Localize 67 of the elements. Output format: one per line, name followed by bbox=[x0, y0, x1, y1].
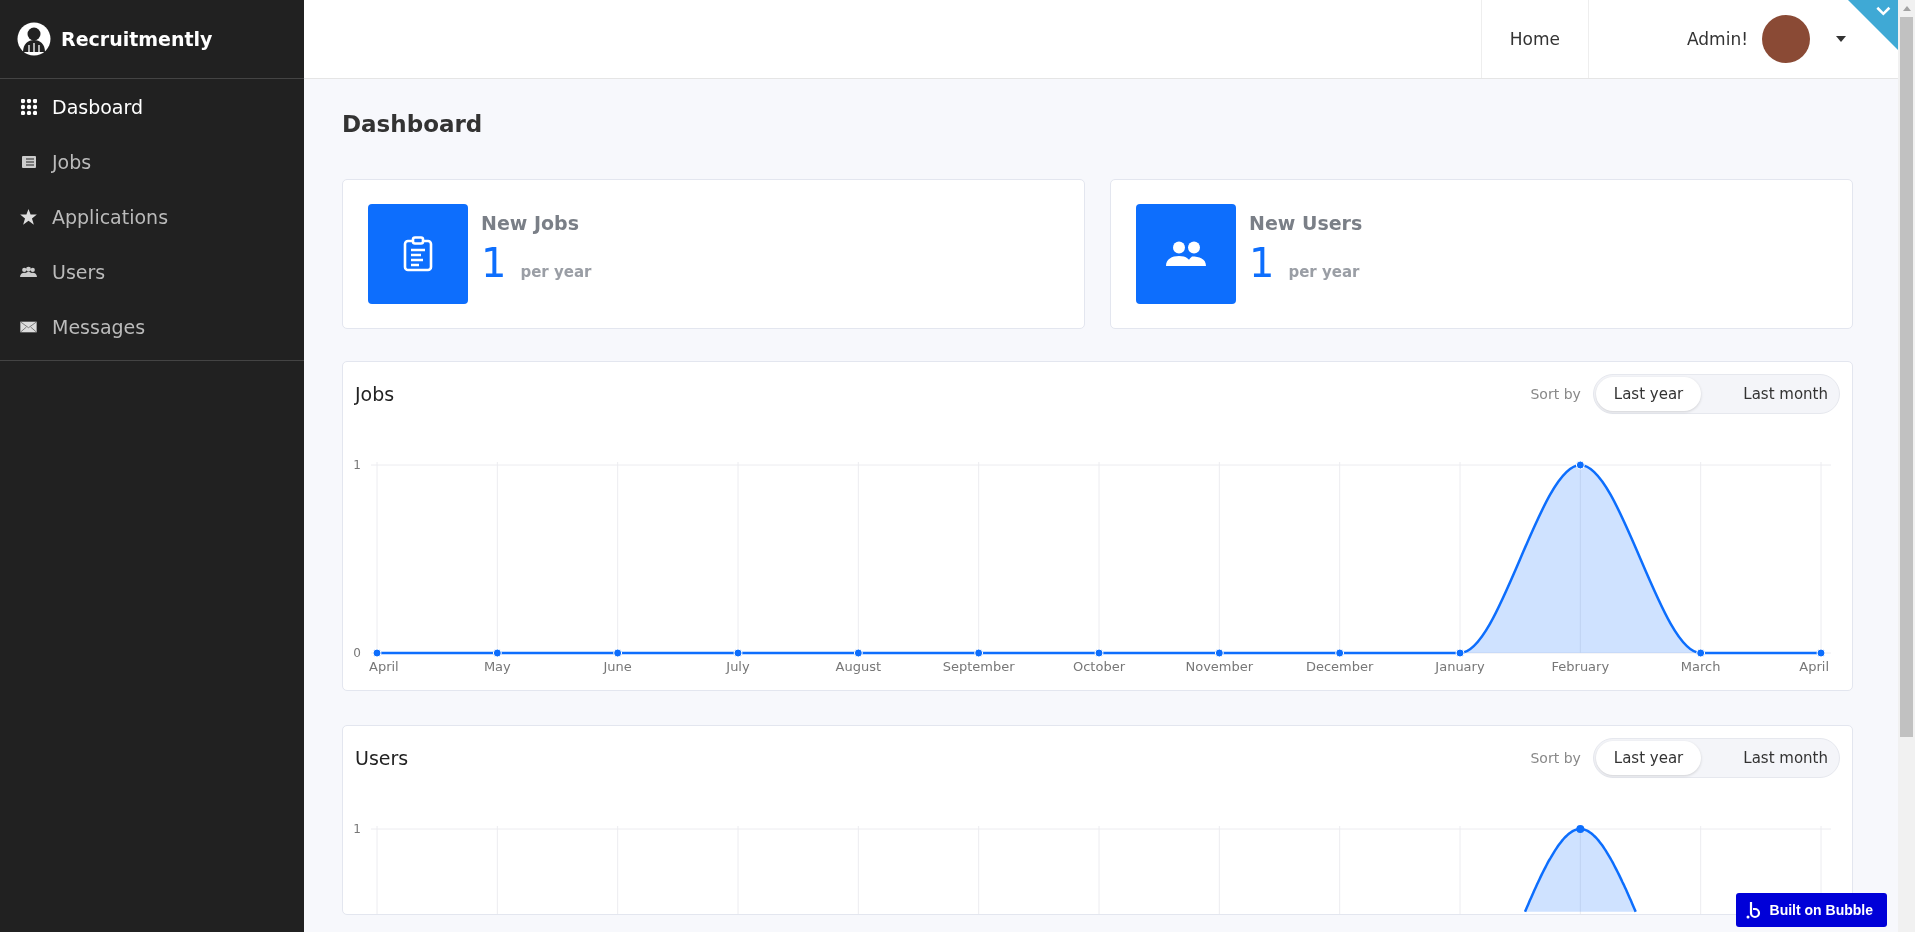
sort-option[interactable]: Last month bbox=[1701, 377, 1837, 411]
x-tick-label: December bbox=[1305, 659, 1374, 674]
x-tick-label: January bbox=[1435, 659, 1485, 674]
data-point bbox=[492, 648, 502, 658]
users-icon bbox=[20, 265, 37, 278]
data-point bbox=[1455, 648, 1465, 658]
data-point bbox=[1335, 648, 1345, 658]
stat-title: New Users bbox=[1249, 212, 1363, 234]
stat-value: 1 bbox=[1249, 240, 1275, 286]
clipboard-icon bbox=[403, 236, 433, 272]
data-point bbox=[733, 648, 743, 658]
grid-icon bbox=[20, 98, 37, 115]
data-point bbox=[974, 648, 984, 658]
scroll-up-icon[interactable] bbox=[1902, 6, 1911, 11]
x-tick-label: May bbox=[483, 659, 511, 674]
user-menu[interactable]: Admin! bbox=[1589, 0, 1846, 78]
stat-unit: per year bbox=[1288, 263, 1360, 281]
y-tick-label: 1 bbox=[353, 458, 361, 472]
brand-name: Recruitmently bbox=[61, 28, 213, 50]
data-point bbox=[1214, 648, 1224, 658]
chart-title: Users bbox=[355, 747, 409, 769]
data-point bbox=[372, 648, 382, 658]
data-point bbox=[1094, 648, 1104, 658]
data-point bbox=[1696, 648, 1706, 658]
x-tick-label: July bbox=[726, 659, 750, 674]
x-tick-label: September bbox=[942, 659, 1015, 674]
y-tick-label: 1 bbox=[353, 822, 361, 836]
logo-icon bbox=[1745, 901, 1762, 919]
stat-value: 1 bbox=[481, 240, 507, 286]
sidebar-item[interactable]: Users bbox=[0, 244, 304, 299]
caret-icon bbox=[1836, 36, 1846, 42]
data-point bbox=[613, 648, 623, 658]
chart-title: Jobs bbox=[355, 383, 395, 405]
sidebar-item[interactable]: Jobs bbox=[0, 134, 304, 189]
page-title: Dashboard bbox=[342, 111, 484, 137]
avatar bbox=[1762, 15, 1810, 63]
data-point bbox=[853, 648, 863, 658]
x-tick-label: April bbox=[369, 659, 399, 674]
sort-label: Sort by bbox=[1530, 386, 1581, 402]
sort-option[interactable]: Last year bbox=[1595, 377, 1702, 411]
x-tick-label: April bbox=[1799, 659, 1829, 674]
stat-unit: per year bbox=[520, 263, 592, 281]
data-point bbox=[1816, 648, 1826, 658]
sidebar-item[interactable]: Messages bbox=[0, 299, 304, 354]
y-tick-label: 0 bbox=[353, 646, 361, 660]
stat-title: New Jobs bbox=[481, 212, 580, 234]
users-icon bbox=[1166, 241, 1206, 267]
x-tick-label: August bbox=[835, 659, 882, 674]
sort-label: Sort by bbox=[1530, 750, 1581, 766]
sidebar-item[interactable]: Applications bbox=[0, 189, 304, 244]
nav-link[interactable]: Home bbox=[1480, 0, 1589, 78]
built-on-badge[interactable]: Built on Bubble bbox=[1735, 893, 1887, 927]
envelope-icon bbox=[20, 320, 37, 333]
x-tick-label: October bbox=[1073, 659, 1125, 674]
logo-icon bbox=[17, 22, 51, 56]
x-tick-label: February bbox=[1551, 659, 1610, 674]
x-tick-label: March bbox=[1680, 659, 1721, 674]
document-icon bbox=[20, 153, 37, 170]
corner-chevron-icon[interactable] bbox=[1848, 0, 1898, 50]
sidebar-item[interactable]: Dasboard bbox=[0, 79, 304, 134]
sort-option[interactable]: Last month bbox=[1701, 741, 1837, 775]
data-point bbox=[1575, 460, 1585, 470]
x-tick-label: June bbox=[603, 659, 632, 674]
scrollbar[interactable] bbox=[1898, 0, 1915, 932]
x-tick-label: November bbox=[1185, 659, 1254, 674]
star-icon bbox=[20, 208, 37, 225]
sort-option[interactable]: Last year bbox=[1595, 741, 1702, 775]
